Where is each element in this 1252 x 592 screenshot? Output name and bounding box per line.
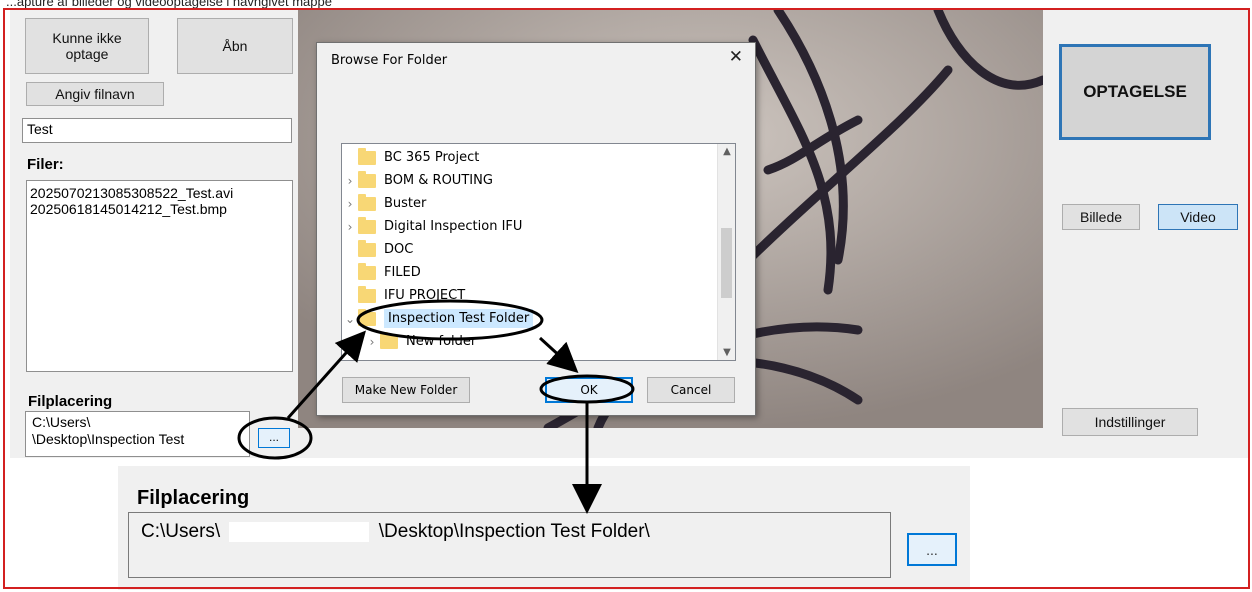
path-line-2: \Desktop\Inspection Test	[32, 431, 185, 447]
folder-icon	[358, 308, 376, 326]
tree-item-ifu-project[interactable]: IFU PROJECT	[342, 284, 714, 307]
tree-item-bom[interactable]: › BOM & ROUTING	[342, 169, 714, 192]
zoom-file-location-label: Filplacering	[137, 487, 250, 509]
tree-item-label: Buster	[384, 196, 427, 211]
ok-button[interactable]: OK	[545, 377, 633, 403]
zoom-browse-button: ...	[907, 533, 957, 566]
chevron-right-icon[interactable]: ›	[364, 335, 380, 349]
image-mode-button[interactable]: Billede	[1062, 204, 1140, 230]
tree-scrollbar[interactable]: ▲ ▼	[717, 144, 735, 360]
files-label: Filer:	[27, 156, 64, 173]
chevron-down-icon[interactable]: ⌄	[342, 312, 358, 326]
cancel-button[interactable]: Cancel	[647, 377, 735, 403]
chevron-right-icon[interactable]: ›	[342, 197, 358, 211]
tree-item-buster[interactable]: › Buster	[342, 192, 714, 215]
tree-item-label: BOM & ROUTING	[384, 173, 493, 188]
folder-icon	[380, 331, 398, 349]
tree-item-doc[interactable]: DOC	[342, 238, 714, 261]
open-button[interactable]: Åbn	[177, 18, 293, 74]
settings-button[interactable]: Indstillinger	[1062, 408, 1198, 436]
tree-item-digital-inspection[interactable]: › Digital Inspection IFU	[342, 215, 714, 238]
scroll-up-icon[interactable]: ▲	[718, 146, 735, 157]
folder-icon	[358, 285, 376, 303]
tree-item-label-selected: Inspection Test Folder	[384, 309, 534, 328]
list-item[interactable]: 20250702130853085​22_Test.avi	[30, 185, 289, 201]
tree-item-filed[interactable]: FILED	[342, 261, 714, 284]
dialog-title: Browse For Folder	[331, 53, 448, 68]
redacted-username	[229, 521, 370, 542]
folder-icon	[358, 262, 376, 280]
tree-item-new-folder[interactable]: › New folder	[342, 330, 714, 353]
tree-item-inspection-test-folder[interactable]: ⌄ Inspection Test Folder	[342, 307, 714, 330]
tree-item-label: BC 365 Project	[384, 150, 480, 165]
file-location-label: Filplacering	[28, 393, 113, 410]
close-icon[interactable]: ✕	[729, 49, 743, 66]
scroll-thumb[interactable]	[721, 228, 732, 298]
set-filename-button[interactable]: Angiv filnavn	[26, 82, 164, 106]
folder-icon	[358, 193, 376, 211]
tree-item-label: FILED	[384, 265, 421, 280]
path-line-1: C:\Users\	[32, 414, 91, 430]
zoomed-file-location: Filplacering C:\Users\ \Desktop\Inspecti…	[118, 466, 970, 590]
chevron-right-icon[interactable]: ›	[342, 220, 358, 234]
caption-text: ...apture af billeder og videooptagelse …	[6, 0, 332, 9]
tree-item-label: DOC	[384, 242, 414, 257]
zoom-file-location-field: C:\Users\ \Desktop\Inspection Test Folde…	[128, 512, 891, 578]
scroll-down-icon[interactable]: ▼	[718, 347, 735, 358]
tree-item-label: IFU PROJECT	[384, 288, 466, 303]
files-list[interactable]: 20250702130853085​22_Test.avi 2025061814…	[26, 180, 293, 372]
tree-item-label: Digital Inspection IFU	[384, 219, 523, 234]
folder-tree[interactable]: BC 365 Project › BOM & ROUTING › Buster …	[341, 143, 736, 361]
browse-button[interactable]: ...	[258, 428, 290, 448]
record-button[interactable]: OPTAGELSE	[1059, 44, 1211, 140]
make-new-folder-button[interactable]: Make New Folder	[342, 377, 470, 403]
chevron-right-icon[interactable]: ›	[342, 174, 358, 188]
folder-icon	[358, 239, 376, 257]
zoom-path-prefix: C:\Users\	[141, 521, 221, 542]
folder-icon	[358, 216, 376, 234]
tree-item-bc365[interactable]: BC 365 Project	[342, 146, 714, 169]
list-item[interactable]: 20250618145014212_Test.bmp	[30, 201, 289, 217]
folder-icon	[358, 170, 376, 188]
file-location-field[interactable]: C:\Users\ \Desktop\Inspection Test	[25, 411, 250, 457]
tree-item-label: New folder	[406, 334, 477, 349]
video-mode-button[interactable]: Video	[1158, 204, 1238, 230]
record-failed-button[interactable]: Kunne ikke optage	[25, 18, 149, 74]
zoom-path-suffix: \Desktop\Inspection Test Folder\	[378, 521, 650, 542]
filename-input[interactable]: Test	[22, 118, 292, 143]
browse-folder-dialog: Browse For Folder ✕ BC 365 Project › BOM…	[316, 42, 756, 416]
folder-icon	[358, 147, 376, 165]
